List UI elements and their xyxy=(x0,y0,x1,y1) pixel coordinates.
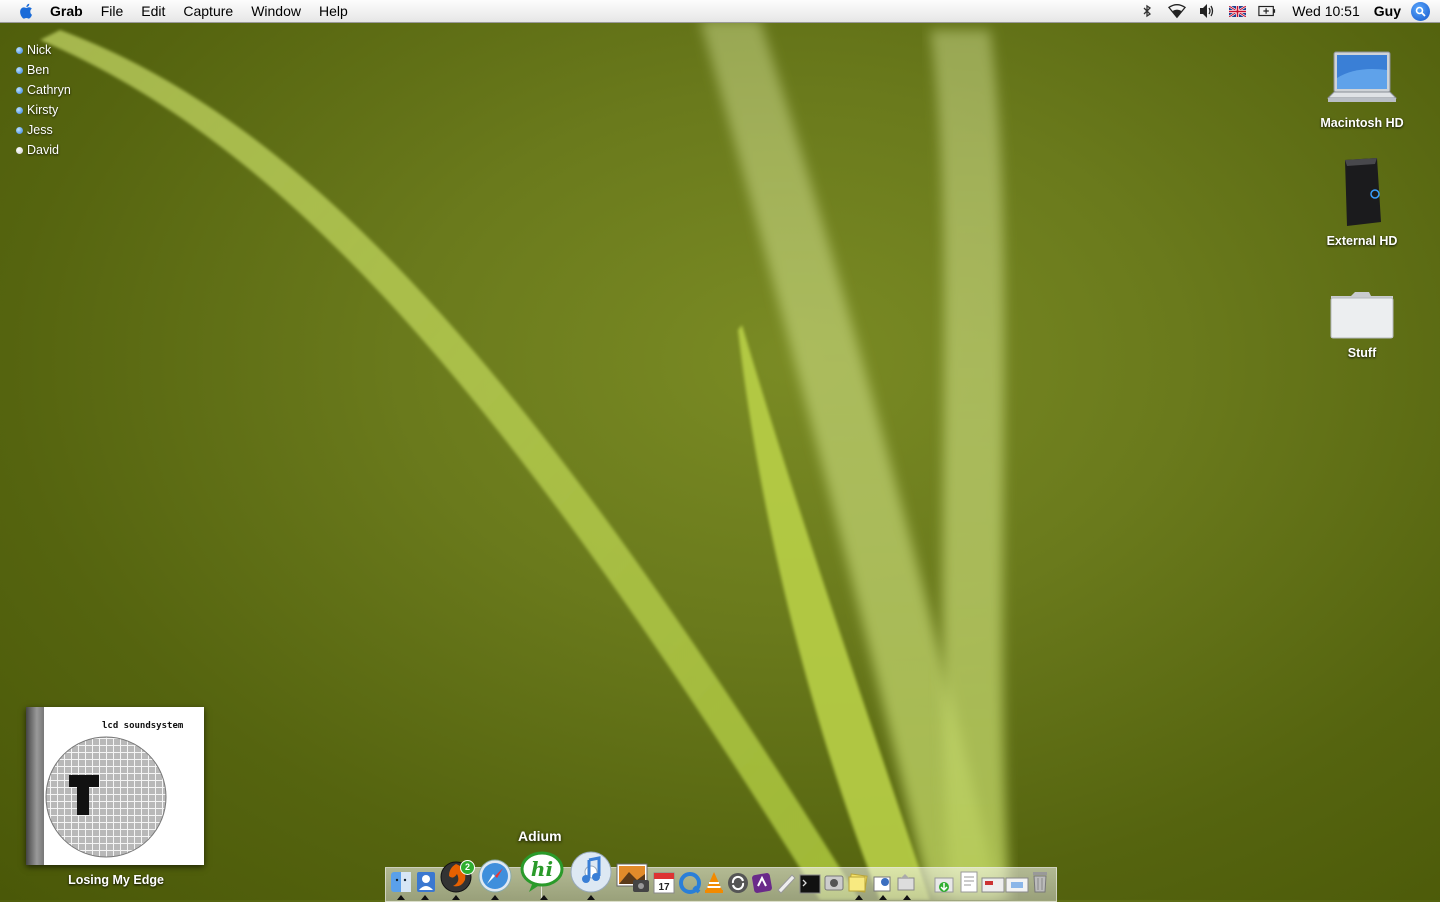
running-indicator xyxy=(903,895,911,900)
menu-extras: Wed 10:51 Guy xyxy=(1132,0,1440,22)
buddy-name: Ben xyxy=(27,63,50,77)
fast-user-switch[interactable]: Guy xyxy=(1374,3,1401,19)
running-indicator xyxy=(421,895,429,900)
idle-status-icon xyxy=(16,146,23,154)
available-status-icon xyxy=(16,66,23,74)
downloads-stack-icon[interactable] xyxy=(933,874,955,894)
running-indicator xyxy=(587,895,595,900)
applications-stack-icon[interactable] xyxy=(981,876,1005,894)
menu-app-name[interactable]: Grab xyxy=(50,3,83,19)
available-status-icon xyxy=(16,86,23,94)
battery-icon[interactable] xyxy=(1258,3,1276,19)
document-app-icon[interactable] xyxy=(775,872,797,894)
desktop-icon-external-hd[interactable]: External HD xyxy=(1307,150,1417,248)
calendar-day: 17 xyxy=(658,882,670,893)
terminal-icon[interactable] xyxy=(799,874,821,894)
album-artwork[interactable]: lcd soundsystem xyxy=(26,707,204,865)
trash-icon[interactable] xyxy=(1031,870,1049,894)
menu-window[interactable]: Window xyxy=(251,3,301,19)
running-indicator xyxy=(855,895,863,900)
dock-icons: 2 hi 17 xyxy=(385,846,1055,900)
menu-file[interactable]: File xyxy=(101,3,124,19)
apple-menu-icon[interactable] xyxy=(18,2,36,20)
buddy-name: Cathryn xyxy=(27,83,71,97)
running-indicator xyxy=(491,895,499,900)
buddy-name: Kirsty xyxy=(27,103,59,117)
svg-text:hi: hi xyxy=(531,857,553,881)
buddy-name: David xyxy=(27,143,59,157)
menu-capture[interactable]: Capture xyxy=(183,3,233,19)
unread-badge: 2 xyxy=(460,860,475,875)
documents-stack-icon[interactable] xyxy=(959,870,979,894)
desktop-wallpaper xyxy=(40,20,1010,900)
buddy-item[interactable]: Nick xyxy=(16,40,71,60)
safari-icon[interactable] xyxy=(477,858,513,894)
buddy-name: Nick xyxy=(27,43,52,57)
ical-icon[interactable]: 17 xyxy=(653,872,675,894)
menu-clock[interactable]: Wed 10:51 xyxy=(1292,3,1359,19)
buddy-item[interactable]: David xyxy=(16,140,71,160)
buddy-item[interactable]: Cathryn xyxy=(16,80,71,100)
stickies-icon[interactable] xyxy=(847,872,869,894)
desktop-icon-macintosh-hd[interactable]: Macintosh HD xyxy=(1307,36,1417,130)
buddy-item[interactable]: Ben xyxy=(16,60,71,80)
laptop-icon xyxy=(1326,51,1398,102)
desktop-icon-stuff[interactable]: Stuff xyxy=(1307,272,1417,360)
bluetooth-icon[interactable] xyxy=(1138,3,1156,19)
buddy-item[interactable]: Kirsty xyxy=(16,100,71,120)
preview-icon[interactable] xyxy=(871,872,893,894)
available-status-icon xyxy=(16,106,23,114)
desktop-icon-label: External HD xyxy=(1326,234,1398,248)
running-indicator xyxy=(452,895,460,900)
volume-icon[interactable] xyxy=(1198,3,1216,19)
running-indicator xyxy=(879,895,887,900)
disco-ball-image xyxy=(45,736,167,858)
spotlight-icon[interactable] xyxy=(1411,1,1430,21)
available-status-icon xyxy=(16,126,23,134)
buddy-item[interactable]: Jess xyxy=(16,120,71,140)
menu-bar: Grab File Edit Capture Window Help Wed 1… xyxy=(0,0,1440,23)
folder-icon xyxy=(1330,292,1394,339)
adium-icon[interactable]: hi xyxy=(519,850,565,894)
utility-icon[interactable] xyxy=(823,872,845,894)
desktop-icon-label: Macintosh HD xyxy=(1320,116,1404,130)
menu-edit[interactable]: Edit xyxy=(141,3,165,19)
purple-app-icon[interactable] xyxy=(751,872,773,894)
running-indicator xyxy=(540,895,548,900)
finder-icon[interactable] xyxy=(389,870,413,894)
menu-help[interactable]: Help xyxy=(319,3,348,19)
cd-case-spine xyxy=(26,707,44,865)
buddy-list: Nick Ben Cathryn Kirsty Jess David xyxy=(16,40,71,160)
sync-icon[interactable] xyxy=(727,872,749,894)
wifi-icon[interactable] xyxy=(1168,3,1187,19)
running-indicator xyxy=(397,895,405,900)
iphoto-icon[interactable] xyxy=(615,860,651,894)
quicktime-icon[interactable] xyxy=(679,872,701,894)
directory-icon[interactable] xyxy=(415,870,437,894)
desktop-icon-label: Stuff xyxy=(1347,346,1377,360)
available-status-icon xyxy=(16,46,23,54)
vlc-icon[interactable] xyxy=(703,870,725,894)
itunes-icon[interactable] xyxy=(569,850,613,894)
uk-flag-icon[interactable] xyxy=(1228,3,1246,19)
dock-hover-label: Adium xyxy=(518,828,562,844)
buddy-name: Jess xyxy=(27,123,53,137)
now-playing-track: Losing My Edge xyxy=(68,873,164,887)
pictures-stack-icon[interactable] xyxy=(1005,876,1029,894)
external-drive-icon xyxy=(1345,158,1381,226)
grab-icon[interactable] xyxy=(895,872,917,894)
